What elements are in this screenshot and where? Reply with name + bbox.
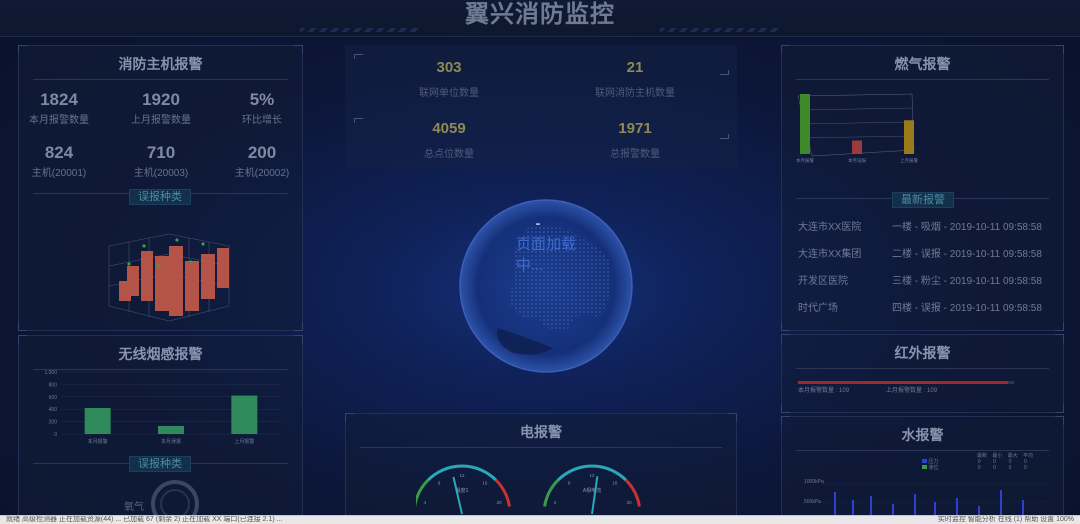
panel-title: 消防主机报警	[118, 56, 203, 72]
bar	[904, 120, 914, 154]
false-alarm-type-button[interactable]: 误报种类	[129, 456, 191, 472]
stat-network-units: 303 联网单位数量	[419, 59, 479, 99]
y-tick-label: 800	[49, 382, 58, 388]
electric-gauges: 温度1 4 8 12 16 20 A相电流 4 8 12 16 20	[416, 464, 641, 515]
bar	[158, 425, 184, 434]
panel-title: 电报警	[520, 424, 562, 440]
page-title: 翼兴消防监控	[465, 1, 615, 28]
header-bar: 翼兴消防监控	[0, 0, 1080, 37]
stat-host-20003: 710 主机(20003)	[133, 143, 189, 179]
panel-title: 红外报警	[894, 345, 951, 361]
gridline	[799, 121, 914, 125]
gauge-scale-label: 8	[568, 480, 571, 485]
smoke-sensor-panel: 无线烟感报警 0 200 400 600 800 1,000 本月报警 本月误报 上月报警 误报…	[18, 335, 303, 522]
stat-network-hosts: 21 联网消防主机数量	[595, 59, 675, 99]
gauge-needle	[591, 476, 599, 515]
3d-bar-chart	[108, 233, 230, 322]
x-tick-label: 本月报警	[796, 157, 814, 164]
gauge-arc-low	[416, 478, 430, 507]
y-tick-label: 1,000	[44, 370, 57, 376]
stat-growth: 5% 环比增长	[242, 90, 282, 126]
panel-title: 水报警	[901, 427, 944, 443]
false-alarm-type-button[interactable]: 误报种类	[129, 189, 191, 205]
gauge-scale-label: 16	[482, 480, 488, 485]
stat-last-month-alarms: 1920 上月报警数量	[131, 90, 191, 126]
faint-label: 氧气	[124, 502, 144, 513]
x-tick-label: 本月误报	[161, 438, 181, 445]
loading-indicator: - 页面加载中...	[516, 213, 576, 276]
electric-alarm-panel: 电报警 温度1 4 8 12 16 20 A相电流 4 8 12 16 20	[345, 413, 737, 522]
gauge-name: A相电流	[583, 487, 601, 494]
status-right: 实时监控 智能分析 在线 (1) 帮助 设置 100%	[937, 516, 1074, 523]
browser-status-bar: 就绪 高级检测器 正在加载资源(44) ... 已加载 67 (剩余 2) 正在…	[0, 515, 1080, 524]
loading-text: 页面加载中...	[516, 236, 577, 274]
gauge-scale-label: 4	[424, 500, 427, 505]
center-stats-panel: 303 联网单位数量 21 联网消防主机数量 4059 总点位数量 1971 总报警数量	[345, 45, 737, 169]
panel-title: 无线烟感报警	[118, 346, 203, 362]
water-legend-table: 最新 最小 最大 平均 压力 0 0 0 0 液位 0 0 0 0	[922, 453, 1038, 471]
bar	[800, 94, 810, 154]
water-axis-label-2: 500kPa	[804, 499, 821, 505]
gridline	[799, 135, 914, 139]
stat-host-20001: 824 主机(20001)	[31, 143, 87, 179]
water-alarm-panel: 水报警 最新 最小 最大 平均 压力 0 0 0 0 液位 0 0 0 0 10…	[781, 416, 1064, 522]
y-tick-label: 400	[49, 407, 58, 413]
status-left: 就绪 高级检测器 正在加载资源(44) ... 已加载 67 (剩余 2) 正在…	[6, 516, 283, 523]
gauge-scale-label: 16	[612, 480, 618, 485]
infrared-bar-fill	[798, 381, 1008, 384]
y-tick-label: 200	[49, 420, 58, 426]
stat-total-alarms: 1971 总报警数量	[610, 120, 660, 160]
infrared-legend-1: 本月报警数量 : 109	[798, 388, 850, 394]
fire-host-panel: 消防主机报警 1824 本月报警数量 1920 上月报警数量 5% 环比增长 824 主…	[18, 45, 303, 331]
gas-alarm-panel: 燃气报警 本月报警 本月误报 上月报警 最新报警 大连市XX医院 一楼 - 吸烟 - …	[781, 45, 1064, 331]
bar	[231, 395, 258, 434]
y-tick-label: 600	[49, 395, 58, 401]
gauge-name: 温度1	[456, 487, 469, 494]
gauge-scale-label: 8	[438, 480, 441, 485]
bar	[84, 407, 111, 434]
gauge-scale-label: 20	[627, 500, 633, 505]
gauge-scale-label: 20	[497, 500, 503, 505]
smoke-bar-chart: 0 200 400 600 800 1,000 本月报警 本月误报 上月报警	[44, 370, 281, 445]
latest-alarms-button[interactable]: 最新报警	[892, 192, 954, 208]
stat-host-20002: 200 主机(20002)	[234, 143, 290, 179]
infrared-bar-track	[798, 381, 1014, 384]
x-tick-label: 本月报警	[88, 438, 108, 445]
x-tick-label: 上月报警	[900, 157, 918, 164]
panel-title: 燃气报警	[894, 56, 951, 72]
infrared-alarm-panel: 红外报警 本月报警数量 : 109 上月报警数量 : 109	[781, 334, 1064, 413]
infrared-legend-2: 上月报警数量 : 109	[886, 388, 938, 394]
water-axis-label: 1000kPa	[804, 479, 824, 485]
gauge-scale-label: 12	[589, 473, 595, 478]
x-tick-label: 上月报警	[234, 438, 254, 445]
loading-dash: -	[535, 215, 541, 232]
gas-bar-chart: 本月报警 本月误报 上月报警	[796, 93, 918, 164]
gauge-scale-label: 4	[554, 500, 557, 505]
gauge-scale-label: 12	[459, 473, 465, 478]
stat-month-alarms: 1824 本月报警数量	[29, 90, 89, 126]
x-tick-label: 本月误报	[848, 157, 866, 164]
gauge-needle	[452, 476, 463, 515]
stat-total-points: 4059 总点位数量	[424, 120, 474, 160]
bar	[852, 140, 862, 154]
gridline	[799, 107, 914, 111]
y-tick-label: 0	[54, 432, 57, 438]
